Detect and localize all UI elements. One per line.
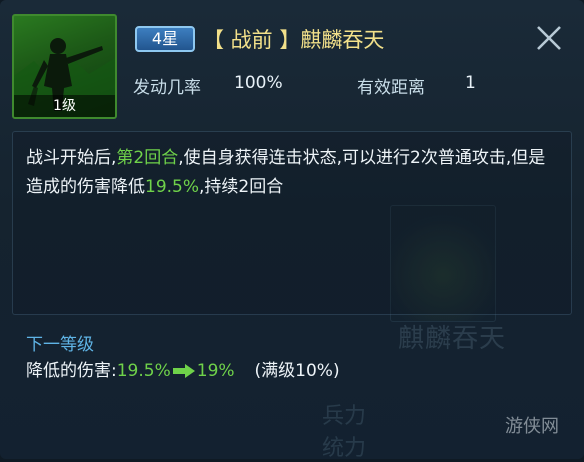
skill-title: 【 战前 】麒麟吞天 bbox=[203, 28, 385, 52]
trigger-rate-label: 发动几率 bbox=[133, 78, 201, 98]
background-label-troops: 兵力 bbox=[322, 404, 367, 429]
description-text: 战斗开始后, bbox=[26, 148, 117, 168]
effective-range-label: 有效距离 bbox=[357, 78, 425, 98]
next-level-title: 下一等级 bbox=[26, 335, 94, 355]
max-level-note: (满级10%) bbox=[254, 361, 340, 381]
right-arrow-icon bbox=[172, 364, 195, 378]
description-text: ,持续2回合 bbox=[199, 177, 284, 197]
star-badge: 4星 bbox=[135, 26, 195, 52]
next-level-label: 降低的伤害: bbox=[26, 361, 117, 381]
trigger-rate-value: 100% bbox=[234, 73, 283, 93]
description-highlight-percent: 19.5% bbox=[145, 177, 200, 197]
skill-description: 战斗开始后,第2回合,使自身获得连击状态,可以进行2次普通攻击,但是造成的伤害降… bbox=[26, 144, 556, 202]
skill-icon: 1级 bbox=[12, 14, 117, 119]
skill-detail-panel: 麒麟吞天 兵力 统力 1级 4星 【 战前 】麒麟吞天 发动几率 100% 有效… bbox=[0, 0, 584, 461]
description-highlight-round: 第2回合 bbox=[116, 148, 179, 168]
next-value: 19% bbox=[196, 361, 235, 381]
skill-level-label: 1级 bbox=[14, 95, 115, 117]
current-value: 19.5% bbox=[116, 361, 171, 381]
background-label-command: 统力 bbox=[322, 436, 367, 461]
watermark: 游侠网 bbox=[505, 416, 559, 437]
effective-range-value: 1 bbox=[465, 73, 476, 93]
close-icon[interactable] bbox=[528, 18, 570, 60]
next-level-row: 降低的伤害:19.5% 19% (满级10%) bbox=[26, 356, 340, 381]
background-skill-name: 麒麟吞天 bbox=[398, 324, 507, 354]
